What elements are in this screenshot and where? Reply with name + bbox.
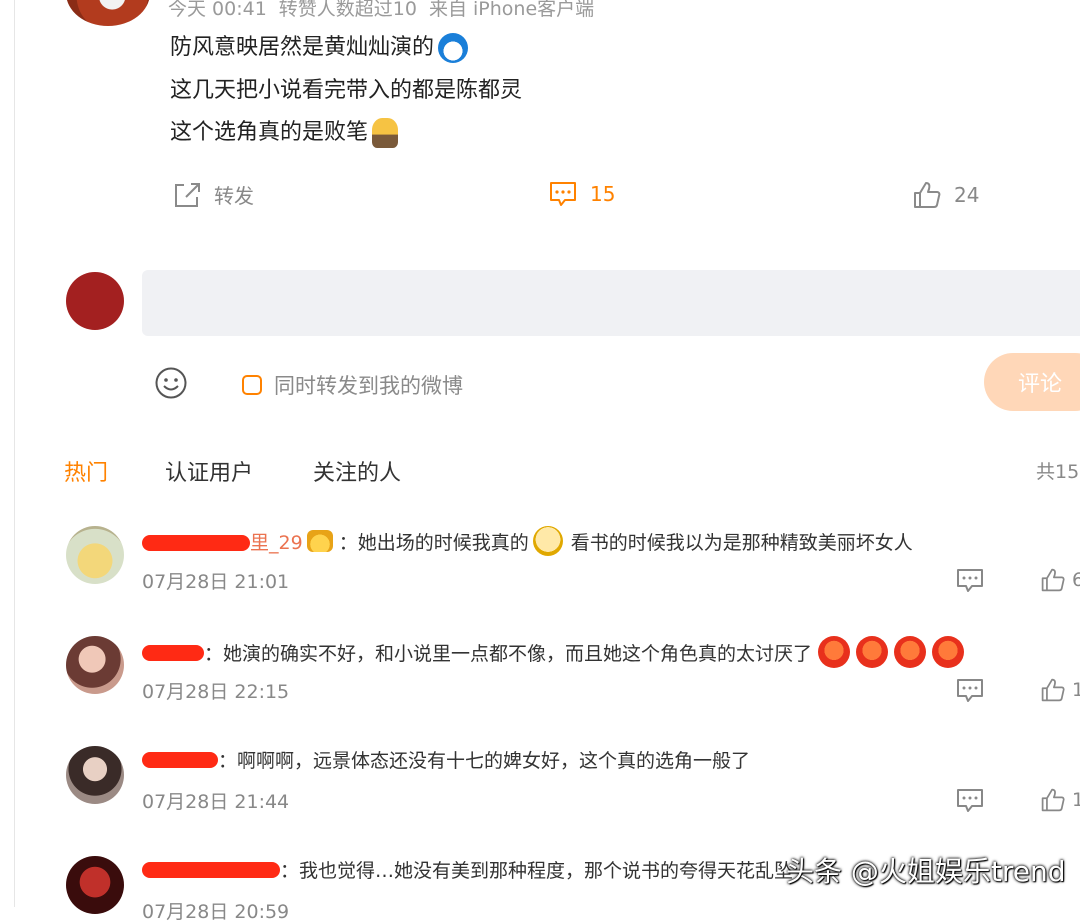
smiley-icon — [155, 367, 187, 399]
submit-comment-button[interactable]: 评论 — [984, 353, 1080, 411]
post-text-line-2: 这几天把小说看完带入的都是陈都灵 — [170, 72, 522, 104]
lightbulb-emoji-icon — [372, 118, 399, 148]
post-source: 来自 iPhone客户端 — [428, 0, 595, 20]
comment-2-content: ：她演的确实不好，和小说里一点都不像，而且她这个角色真的太讨厌了 — [142, 636, 965, 668]
commenter-name-text: 里_29 — [250, 531, 303, 554]
redaction-mark — [142, 535, 250, 551]
commenter-name[interactable] — [142, 859, 280, 881]
angry-emoji-icon — [894, 636, 927, 668]
comment-1-reply-button[interactable] — [956, 568, 984, 594]
post-likes-note: 转赞人数超过10 — [278, 0, 417, 20]
comment-like-count: 1 — [1072, 789, 1080, 811]
comment-text-continued: 看书的时候我以为是那种精致美丽坏女人 — [570, 531, 913, 554]
poster-avatar[interactable] — [66, 0, 150, 26]
vip-crown-icon — [306, 530, 333, 552]
comment-icon — [957, 679, 983, 702]
thumbs-up-icon — [1041, 678, 1065, 702]
comment-2-like-button[interactable]: 1 — [1040, 676, 1080, 704]
redaction-mark — [142, 644, 204, 661]
comment-time: 07月28日 21:01 — [142, 571, 290, 593]
thumbs-up-icon — [1041, 568, 1065, 592]
comment-text: ：我也觉得…她没有美到那种程度，那个说书的夸得天花乱坠 — [280, 860, 794, 882]
commenter-name[interactable]: 里_29 — [142, 528, 303, 555]
tab-following[interactable]: 关注的人 — [313, 455, 401, 487]
like-count: 24 — [954, 183, 980, 207]
comment-icon — [957, 569, 983, 592]
tab-hot[interactable]: 热门 — [64, 455, 108, 487]
repost-to-weibo-option[interactable]: 同时转发到我的微博 — [242, 370, 463, 400]
comment-avatar[interactable] — [66, 636, 124, 694]
comment-avatar[interactable] — [66, 526, 124, 584]
post-line-text: 这个选角真的是败笔 — [170, 120, 369, 145]
surprised-emoji-icon — [532, 526, 563, 556]
tab-verified-users[interactable]: 认证用户 — [165, 455, 253, 487]
comment-time: 07月28日 22:15 — [142, 681, 290, 703]
comment-like-count: 6 — [1072, 569, 1080, 591]
comment-like-count: 1 — [1072, 679, 1080, 701]
comment-4-content: ：我也觉得…她没有美到那种程度，那个说书的夸得天花乱坠 — [142, 856, 793, 883]
emoji-picker-button[interactable] — [154, 366, 188, 400]
redaction-mark — [142, 752, 218, 768]
repost-button[interactable]: 转发 — [172, 180, 254, 209]
comment-count: 15 — [590, 182, 616, 206]
angry-emoji-icon — [818, 636, 851, 668]
comment-1-like-button[interactable]: 6 — [1040, 566, 1080, 594]
post-time: 今天 00:41 — [168, 0, 267, 20]
comment-3-like-button[interactable]: 1 — [1040, 786, 1080, 814]
comment-3-content: ：啊啊啊，远景体态还没有十七的婢女好，这个真的选角一般了 — [142, 746, 750, 773]
comment-input[interactable] — [142, 270, 1080, 336]
comment-icon — [550, 182, 576, 206]
commenter-name[interactable] — [142, 749, 218, 771]
comment-2-reply-button[interactable] — [956, 678, 984, 704]
comment-text: ：啊啊啊，远景体态还没有十七的婢女好，这个真的选角一般了 — [218, 750, 751, 772]
angry-emoji-icon — [932, 636, 965, 668]
comment-text: ：她演的确实不好，和小说里一点都不像，而且她这个角色真的太讨厌了 — [204, 642, 813, 665]
like-button[interactable]: 24 — [912, 180, 979, 210]
comment-text: ：她出场的时候我真的 — [338, 531, 529, 554]
comment-avatar[interactable] — [66, 856, 124, 914]
comment-avatar[interactable] — [66, 746, 124, 804]
angry-emoji-icon — [856, 636, 889, 668]
post-meta: 今天 00:41 转赞人数超过10 来自 iPhone客户端 — [168, 0, 606, 21]
watermark: 头条 @火姐娱乐trend — [786, 855, 1066, 888]
doraemon-emoji-icon — [438, 33, 469, 63]
comment-button[interactable]: 15 — [548, 180, 615, 208]
redaction-mark — [142, 862, 280, 878]
comment-1-content: 里_29 ：她出场的时候我真的 看书的时候我以为是那种精致美丽坏女人 — [142, 526, 913, 556]
repost-label: 转发 — [214, 184, 254, 208]
thumbs-up-icon — [1041, 788, 1065, 812]
repost-checkbox-label: 同时转发到我的微博 — [274, 374, 463, 398]
share-icon — [175, 182, 200, 207]
post-line-text: 防风意映居然是黄灿灿演的 — [170, 35, 435, 60]
commenter-name[interactable] — [142, 641, 204, 663]
post-text-line-3: 这个选角真的是败笔 — [170, 114, 399, 148]
comment-time: 07月28日 21:44 — [142, 791, 290, 813]
comment-icon — [957, 789, 983, 812]
comment-time: 07月28日 20:59 — [142, 901, 290, 923]
repost-checkbox[interactable] — [242, 375, 262, 395]
total-count: 共15 — [1036, 461, 1080, 483]
my-avatar[interactable] — [66, 272, 124, 330]
post-text-line-1: 防风意映居然是黄灿灿演的 — [170, 29, 469, 63]
post-line-text: 这几天把小说看完带入的都是陈都灵 — [170, 78, 523, 103]
comment-3-reply-button[interactable] — [956, 788, 984, 814]
thumbs-up-icon — [914, 182, 941, 208]
content-left-border — [14, 0, 15, 907]
comment-input-box[interactable] — [142, 270, 1080, 336]
